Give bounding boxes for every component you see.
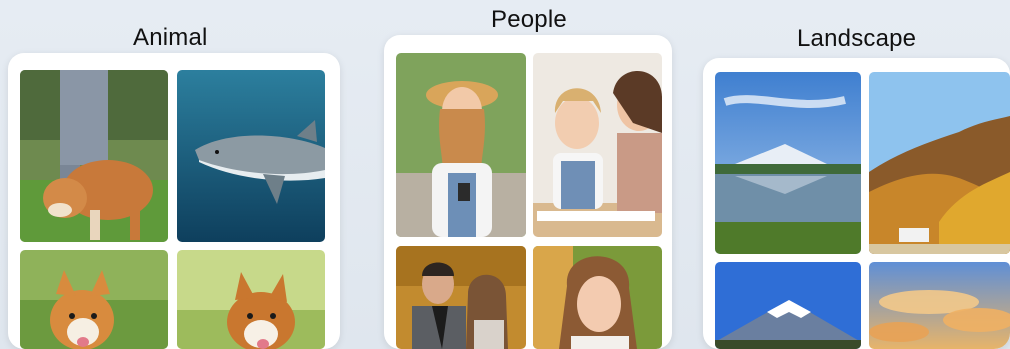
image-people-young-woman[interactable] [533, 246, 662, 349]
card-people [384, 35, 672, 349]
group-label-animal: Animal [133, 24, 208, 51]
image-landscape-mountain-lake[interactable] [715, 72, 861, 254]
image-animal-corgi-1[interactable] [20, 250, 168, 349]
image-people-mother-daughter[interactable] [533, 53, 662, 237]
image-animal-corgi-2[interactable] [177, 250, 325, 349]
image-landscape-sunset[interactable] [869, 262, 1010, 349]
image-landscape-autumn-hills[interactable] [869, 72, 1010, 254]
card-animal [8, 53, 340, 349]
image-animal-shark[interactable] [177, 70, 325, 242]
image-people-woman-hat[interactable] [396, 53, 526, 237]
group-label-landscape: Landscape [797, 25, 917, 52]
image-animal-shiba[interactable] [20, 70, 168, 242]
image-people-couple[interactable] [396, 246, 526, 349]
card-landscape [703, 58, 1010, 349]
group-label-people: People [491, 6, 567, 33]
image-landscape-fuji[interactable] [715, 262, 861, 349]
